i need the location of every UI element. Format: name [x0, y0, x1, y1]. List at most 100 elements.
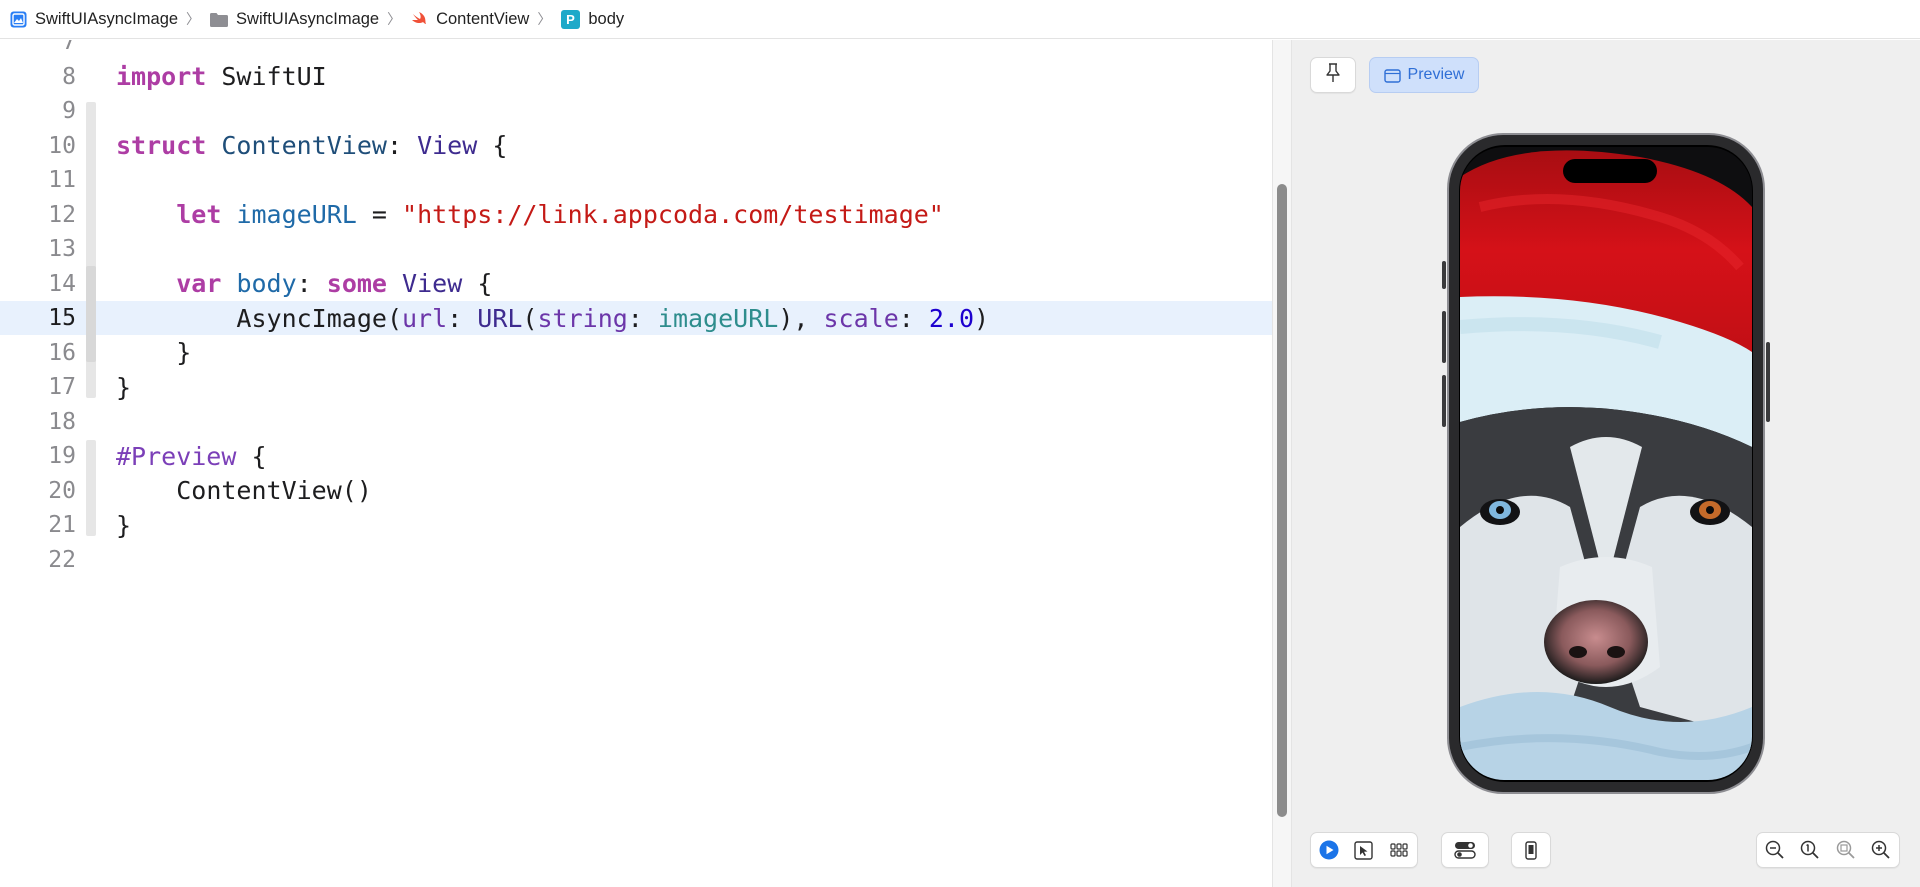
code-token: import: [116, 62, 207, 91]
grid-variants-icon[interactable]: [1386, 837, 1412, 863]
live-play-icon[interactable]: [1316, 837, 1342, 863]
code-token: View: [417, 131, 478, 160]
svg-text:P: P: [567, 12, 576, 27]
code-token: string: [537, 303, 628, 333]
dynamic-island: [1563, 159, 1657, 183]
volume-down-button: [1442, 375, 1446, 427]
zoom-toolbar: [1756, 832, 1900, 868]
code-text: #Preview {: [116, 442, 267, 471]
selectable-cursor-icon[interactable]: [1351, 837, 1377, 863]
code-token: "https://link.appcoda.com/testimage": [402, 200, 944, 229]
editor-scrollbar-thumb[interactable]: [1277, 184, 1287, 817]
code-token: }: [116, 510, 132, 540]
breadcrumb-item-file[interactable]: ContentView: [411, 0, 529, 39]
code-token: var: [176, 269, 222, 298]
zoom-100-icon[interactable]: [1797, 837, 1823, 863]
code-line[interactable]: 14 var body: some View {: [0, 267, 1272, 301]
code-token: View: [402, 269, 463, 298]
line-number: 12: [48, 201, 76, 228]
device-icon[interactable]: [1518, 837, 1544, 863]
breadcrumb-label: SwiftUIAsyncImage: [236, 9, 380, 28]
code-line[interactable]: 16 }: [0, 336, 1272, 370]
breadcrumb: SwiftUIAsyncImage 〉 SwiftUIAsyncImage 〉 …: [0, 0, 1920, 39]
code-token: {: [236, 441, 267, 471]
breadcrumb-item-symbol[interactable]: P body: [561, 0, 624, 39]
code-text: }: [116, 338, 191, 367]
code-line[interactable]: 10 struct ContentView: View {: [0, 129, 1272, 163]
power-button: [1766, 342, 1770, 422]
code-token: {: [462, 269, 493, 298]
volume-up-button: [1442, 311, 1446, 363]
code-token: }: [116, 338, 192, 367]
zoom-fit-icon[interactable]: [1833, 837, 1859, 863]
pin-preview-button[interactable]: [1310, 57, 1356, 93]
folder-icon: [210, 12, 229, 27]
line-number: 19: [48, 443, 76, 469]
code-fold-ribbon-preview[interactable]: [86, 440, 96, 536]
code-token: 2.0: [928, 303, 975, 333]
line-number: 20: [48, 477, 76, 504]
source-editor[interactable]: 7 8 import SwiftUI 9 10 struct ContentView: V…: [0, 40, 1272, 887]
code-line[interactable]: 17}: [0, 370, 1272, 404]
code-line[interactable]: 20 ContentView(): [0, 474, 1272, 508]
code-token: =: [356, 200, 403, 229]
code-token: url: [402, 303, 448, 333]
code-line[interactable]: 21}: [0, 508, 1272, 542]
code-line[interactable]: 18: [0, 405, 1272, 439]
preview-mode-button[interactable]: Preview: [1369, 57, 1479, 93]
code-line[interactable]: 11: [0, 163, 1272, 197]
chevron-right-icon: 〉: [537, 11, 552, 27]
code-line[interactable]: 19 #Preview {: [0, 439, 1272, 473]
code-token: {: [477, 131, 508, 160]
breadcrumb-item-folder[interactable]: SwiftUIAsyncImage: [210, 0, 379, 39]
code-line[interactable]: 13: [0, 232, 1272, 266]
preview-window-icon: [1383, 68, 1401, 83]
breadcrumb-item-project[interactable]: SwiftUIAsyncImage: [10, 0, 178, 39]
zoom-in-icon[interactable]: [1868, 837, 1894, 863]
code-token: SwiftUI: [206, 62, 327, 91]
code-line[interactable]: 12 let imageURL = "https://link.appcoda.…: [0, 198, 1272, 232]
device-toolbar: [1511, 832, 1551, 868]
code-token: }: [116, 372, 132, 402]
code-text: var body: some View {: [116, 269, 492, 298]
code-token: struct: [116, 131, 207, 160]
code-line[interactable]: 9: [0, 94, 1272, 128]
code-line[interactable]: 22: [0, 543, 1272, 577]
code-text: ContentView(): [116, 476, 372, 505]
line-number: 17: [48, 374, 76, 400]
code-token: some: [326, 269, 387, 298]
code-token: :: [296, 269, 327, 298]
breadcrumb-label: SwiftUIAsyncImage: [35, 9, 179, 28]
code-token: :: [898, 303, 929, 333]
code-text: struct ContentView: View {: [116, 131, 507, 160]
code-line[interactable]: 7: [0, 40, 1272, 59]
editor-scrollbar[interactable]: [1272, 40, 1292, 887]
device-settings-icon[interactable]: [1452, 837, 1478, 863]
zoom-out-icon[interactable]: [1762, 837, 1788, 863]
line-number: 11: [48, 167, 76, 193]
preview-canvas: Preview: [1292, 40, 1920, 887]
breadcrumb-label: ContentView: [436, 9, 530, 28]
code-line[interactable]: 8 import SwiftUI: [0, 60, 1272, 94]
code-token: (: [386, 303, 402, 333]
line-number: 22: [48, 546, 76, 573]
code-fold-ribbon-nested[interactable]: [86, 266, 96, 362]
line-number: 13: [48, 236, 76, 262]
line-number: 18: [48, 408, 76, 435]
husky-santa-hat-photo: [1460, 147, 1752, 780]
preview-image[interactable]: [1460, 147, 1752, 780]
code-line[interactable]: 15 AsyncImage(url: URL(string: imageURL)…: [0, 301, 1272, 335]
line-number: 9: [62, 98, 76, 124]
chevron-right-icon: 〉: [387, 11, 402, 27]
code-token: :: [627, 303, 658, 333]
code-token: let: [176, 200, 222, 229]
code-token: :: [447, 303, 478, 333]
code-token: body: [236, 269, 297, 298]
chevron-right-icon: 〉: [186, 11, 201, 27]
